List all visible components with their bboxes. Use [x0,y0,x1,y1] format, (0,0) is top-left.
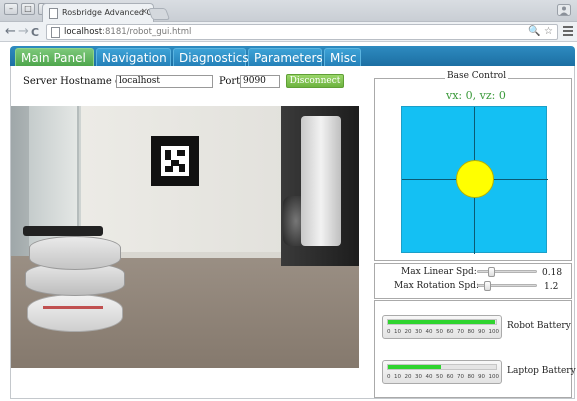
tick-label: 100 [488,374,500,380]
tick-label: 80 [467,374,475,380]
tick-label: 30 [415,374,422,380]
max-linear-speed-slider[interactable] [477,267,537,277]
tick-label: 20 [404,374,412,380]
base-control-title: Base Control [445,71,509,81]
turtlebot-robot [23,226,127,334]
max-rotation-speed-slider[interactable] [477,281,537,291]
reload-icon[interactable]: C [31,26,39,39]
tick-label: 90 [478,374,485,380]
tick-label: 40 [425,329,433,335]
robot-battery-gauge: 0 10 20 30 40 50 60 70 80 90 100 [382,315,502,339]
max-linear-speed-value: 0.18 [542,268,563,278]
port-input[interactable]: 9090 [240,75,280,88]
robot-battery-bar [387,319,497,325]
camera-feed [11,106,359,368]
velocity-readout: vx: 0, vz: 0 [446,89,506,102]
tick-label: 80 [467,329,475,335]
url-path: :8181/robot_gui.html [102,27,192,37]
maximize-button[interactable]: □ [21,3,35,15]
app-tab-bar: Main Panel Navigation Diagnostics Parame… [10,46,575,66]
close-tab-icon[interactable]: × [140,7,148,17]
robot-battery-ticks: 0 10 20 30 40 50 60 70 80 90 100 [387,329,499,338]
fiducial-marker [151,136,199,186]
new-tab-button[interactable] [147,8,171,20]
tick-label: 60 [446,374,454,380]
max-linear-speed-label: Max Linear Spd: [401,267,477,277]
laptop-battery-bar [387,364,497,370]
user-profile-icon[interactable] [557,4,571,16]
max-rotation-speed-value: 1.2 [544,282,559,292]
tab-navigation[interactable]: Navigation [96,48,171,66]
back-arrow-icon[interactable]: ← [5,25,16,38]
laptop-battery-label: Laptop Battery [507,366,576,376]
camera-robot-pole [301,116,341,246]
camera-door [29,106,79,246]
page-icon [51,27,60,38]
tick-label: 50 [436,329,443,335]
hostname-input[interactable]: localhost [116,75,213,88]
joystick-pad[interactable] [401,106,548,254]
url-text: localhost:8181/robot_gui.html [64,27,191,37]
laptop-battery-ticks: 0 10 20 30 40 50 60 70 80 90 100 [387,374,499,383]
tick-label: 70 [457,374,464,380]
robot-battery-fill [388,320,495,324]
max-rotation-speed-label: Max Rotation Spd: [394,281,479,291]
tick-label: 20 [404,329,412,335]
joystick-handle[interactable] [456,160,494,198]
browser-toolbar: ← → C localhost:8181/robot_gui.html 🔍 ☆ [0,22,577,42]
hamburger-menu-icon[interactable] [563,26,573,37]
tick-label: 10 [394,329,401,335]
browser-titlebar: – □ × Rosbridge Advanced GUI × [0,0,577,22]
robot-battery-label: Robot Battery [507,321,571,331]
url-host: localhost [64,27,103,37]
browser-tab[interactable]: Rosbridge Advanced GUI × [42,3,161,22]
tick-label: 90 [478,329,485,335]
disconnect-button[interactable]: Disconnect [286,74,344,88]
page-icon [49,8,58,19]
tick-label: 40 [425,374,433,380]
tab-misc[interactable]: Misc [324,48,361,66]
tab-diagnostics[interactable]: Diagnostics [173,48,249,66]
tab-parameters[interactable]: Parameters [248,48,323,66]
tick-label: 50 [436,374,443,380]
forward-arrow-icon[interactable]: → [18,25,29,38]
tick-label: 100 [488,329,500,335]
tick-label: 0 [387,329,391,335]
tick-label: 70 [457,329,464,335]
laptop-battery-fill [388,365,441,369]
laptop-battery-gauge: 0 10 20 30 40 50 60 70 80 90 100 [382,360,502,384]
tick-label: 10 [394,374,401,380]
tick-label: 0 [387,374,391,380]
max-linear-speed-thumb[interactable] [488,267,495,277]
search-star-icons[interactable]: 🔍 ☆ [528,26,553,37]
address-bar[interactable]: localhost:8181/robot_gui.html 🔍 ☆ [46,24,558,40]
tick-label: 60 [446,329,454,335]
tick-label: 30 [415,329,422,335]
max-rotation-speed-thumb[interactable] [484,281,491,291]
minimize-button[interactable]: – [4,3,18,15]
tab-main-panel[interactable]: Main Panel [15,48,94,66]
